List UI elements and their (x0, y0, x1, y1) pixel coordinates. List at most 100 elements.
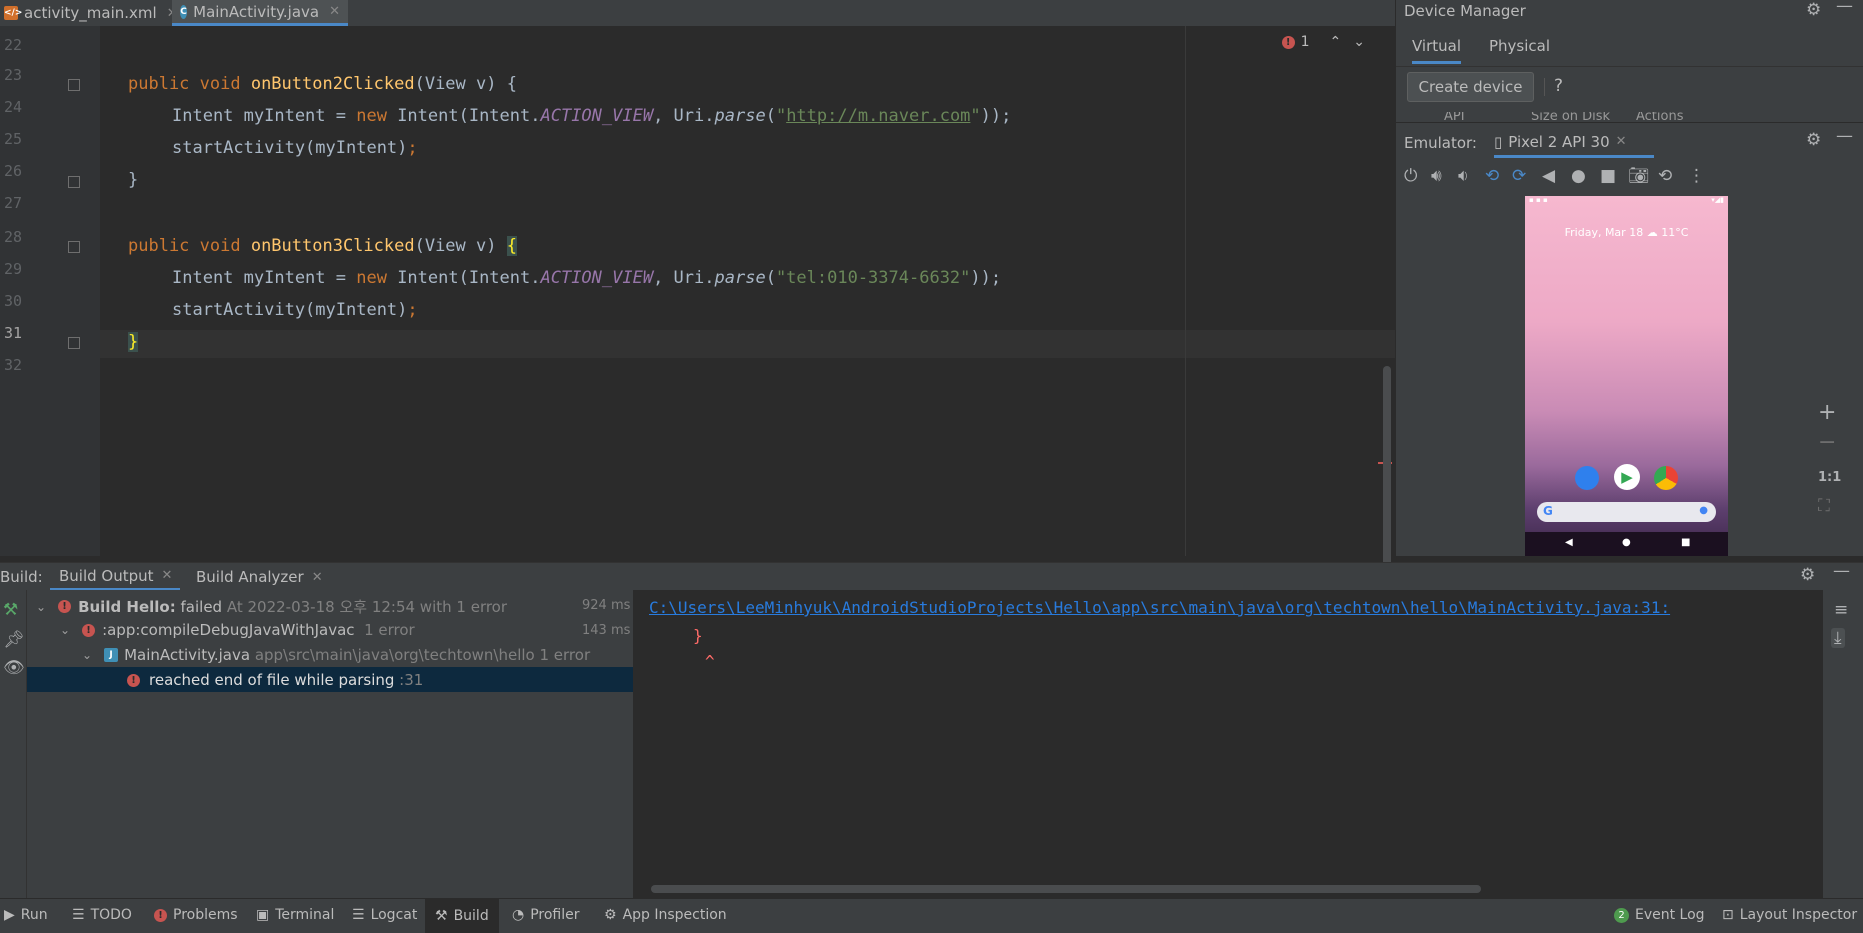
line-number: 30 (3, 292, 22, 310)
build-duration: 924 ms (582, 598, 631, 613)
home-icon[interactable]: ● (1571, 166, 1586, 186)
compile-duration: 143 ms (582, 623, 631, 638)
volume-down-icon[interactable]: 🔉︎ (1458, 166, 1469, 186)
error-indicator[interactable]: ! 1 ⌃ ⌄ (1281, 34, 1365, 50)
chevron-down-icon[interactable]: ⌄ (60, 623, 70, 637)
toolwindow-layout-inspector[interactable]: ⊡ Layout Inspector (1722, 907, 1857, 923)
minimize-icon[interactable]: — (1833, 561, 1850, 581)
layout-inspector-icon: ⊡ (1722, 907, 1734, 923)
url-link[interactable]: http://m.naver.com (786, 106, 970, 126)
zoom-out-icon[interactable]: − (1818, 430, 1836, 455)
close-icon[interactable]: ✕ (329, 4, 340, 19)
toolbar-divider (1544, 78, 1545, 96)
build-side-toolbar: ⚒ 📌︎ 👁︎ (0, 590, 27, 898)
tab-virtual[interactable]: Virtual (1412, 37, 1462, 64)
toolwindow-problems[interactable]: ! Problems (154, 907, 238, 923)
toolwindow-logcat[interactable]: ☰ Logcat (352, 907, 417, 923)
tab-activity-main-xml[interactable]: </> activity_main.xml ✕ (0, 0, 188, 26)
code-editor[interactable]: 22 23 24 25 26 27 28 29 30 31 32 public … (0, 26, 1395, 581)
tree-row-build[interactable]: ⌄ ! Build Hello: failed At 2022-03-18 오후… (36, 596, 507, 617)
toolwindow-terminal[interactable]: ▣ Terminal (256, 907, 334, 923)
home-icon[interactable]: ● (1622, 537, 1631, 548)
emulator-screen[interactable]: ▪ ▪ ▪ ▾◢▮ Friday, Mar 18 ☁ 11°C ▶ G ● ◀ ●… (1525, 196, 1728, 556)
overview-icon[interactable]: ■ (1600, 166, 1616, 186)
close-icon[interactable]: ✕ (1616, 134, 1627, 149)
fold-icon[interactable] (68, 337, 80, 349)
rotate-right-icon[interactable]: ⟳ (1512, 166, 1526, 186)
tree-row-file[interactable]: ⌄ J MainActivity.java app\src\main\java\… (82, 646, 590, 664)
toolwindow-run[interactable]: ▶ Run (4, 907, 48, 923)
error-file-link[interactable]: C:\Users\LeeMinhyuk\AndroidStudioProject… (649, 598, 1670, 617)
build-output-toolbar: ≡ ⤓ (1823, 590, 1863, 898)
tree-row-compile[interactable]: ⌄ ! :app:compileDebugJavaWithJavac 1 err… (60, 621, 415, 639)
toolwindow-todo[interactable]: ☰ TODO (72, 907, 132, 923)
google-search-bar[interactable]: G ● (1537, 502, 1716, 522)
chevron-down-icon[interactable]: ⌄ (36, 600, 46, 614)
minimize-icon[interactable]: — (1836, 0, 1853, 16)
zoom-in-icon[interactable]: + (1818, 400, 1836, 425)
rotate-left-icon[interactable]: ⟲ (1485, 166, 1499, 186)
phone-nav-bar: ◀ ● ■ (1525, 532, 1728, 556)
toolwindow-event-log[interactable]: 2 Event Log (1614, 907, 1705, 923)
back-icon[interactable]: ◀ (1565, 537, 1573, 548)
chevron-down-icon[interactable]: ⌄ (82, 648, 92, 662)
toolwindow-app-inspection[interactable]: ⚙ App Inspection (604, 907, 727, 923)
emulator-toolbar: ⏻ 🔊︎ 🔉︎ ⟲ ⟳ ◀ ● ■ 📷︎ ⟲ ⋮ (1396, 162, 1863, 192)
build-tool-window-header: Build: Build Output ✕ Build Analyzer ✕ ⚙ — (0, 561, 1863, 591)
chevron-down-icon[interactable]: ⌄ (1353, 34, 1365, 50)
tree-row-error[interactable]: ! reached end of file while parsing :31 (127, 671, 423, 689)
gear-icon[interactable]: ⚙ (1800, 565, 1815, 585)
horizontal-scrollbar[interactable] (651, 885, 1481, 893)
toolwindow-build[interactable]: ⚒ Build (425, 899, 499, 933)
chrome-icon[interactable] (1654, 466, 1678, 490)
toolwindow-profiler[interactable]: ◔ Profiler (512, 907, 580, 923)
reset-icon[interactable]: ⟲ (1658, 166, 1672, 186)
back-icon[interactable]: ◀ (1542, 166, 1555, 186)
close-icon[interactable]: ✕ (312, 570, 323, 585)
editor-scrollbar[interactable] (1383, 366, 1391, 581)
volume-up-icon[interactable]: 🔊︎ (1431, 166, 1442, 186)
emulator-device-tab[interactable]: ▯ Pixel 2 API 30 ✕ (1494, 128, 1654, 158)
tab-build-analyzer[interactable]: Build Analyzer ✕ (196, 563, 323, 591)
code-line-31: } (128, 332, 139, 352)
soft-wrap-icon[interactable]: ≡ (1834, 600, 1848, 620)
more-icon[interactable]: ⋮ (1688, 166, 1705, 186)
power-icon[interactable]: ⏻ (1404, 166, 1417, 186)
build-console-output[interactable]: C:\Users\LeeMinhyuk\AndroidStudioProject… (633, 590, 1823, 898)
close-icon[interactable]: ✕ (162, 568, 173, 583)
device-manager-tabs: Virtual Physical (1396, 30, 1863, 67)
camera-icon[interactable]: 📷︎ (1628, 166, 1650, 186)
gear-icon[interactable]: ⚙ (1806, 130, 1821, 150)
chevron-up-icon[interactable]: ⌃ (1330, 34, 1342, 50)
error-count: 1 (1300, 34, 1310, 50)
help-icon[interactable]: ? (1554, 76, 1563, 96)
gear-icon[interactable]: ⚙ (1806, 0, 1821, 20)
fold-icon[interactable] (68, 241, 80, 253)
device-manager-panel: Device Manager ⚙ — Virtual Physical Crea… (1395, 0, 1863, 556)
tab-build-output[interactable]: Build Output ✕ (50, 563, 180, 591)
eye-icon[interactable]: 👁︎ (3, 658, 25, 678)
play-store-icon[interactable]: ▶ (1614, 464, 1640, 490)
right-margin-guide (1185, 26, 1186, 556)
tab-physical[interactable]: Physical (1489, 37, 1550, 55)
pin-icon[interactable]: 📌︎ (3, 630, 25, 650)
tab-main-activity-java[interactable]: C MainActivity.java ✕ (172, 0, 348, 26)
line-number: 22 (3, 36, 22, 54)
overview-icon[interactable]: ■ (1681, 537, 1690, 548)
minimize-icon[interactable]: — (1836, 126, 1853, 146)
code-line-26: } (128, 170, 139, 190)
error-icon: ! (1281, 35, 1295, 49)
hammer-icon[interactable]: ⚒ (3, 600, 18, 620)
fit-screen-icon[interactable]: ⛶ (1818, 496, 1830, 516)
emulator-label: Emulator: (1404, 134, 1477, 152)
scroll-to-end-icon[interactable]: ⤓ (1831, 628, 1845, 648)
current-line-highlight (100, 330, 1395, 358)
error-icon: ! (82, 623, 96, 637)
fold-icon[interactable] (68, 79, 80, 91)
fold-icon[interactable] (68, 176, 80, 188)
messages-app-icon[interactable] (1575, 466, 1599, 490)
output-error-caret: ^ (705, 652, 715, 671)
tab-label: activity_main.xml (24, 4, 157, 22)
zoom-actual-size[interactable]: 1:1 (1818, 470, 1841, 485)
create-device-button[interactable]: Create device (1407, 72, 1534, 102)
